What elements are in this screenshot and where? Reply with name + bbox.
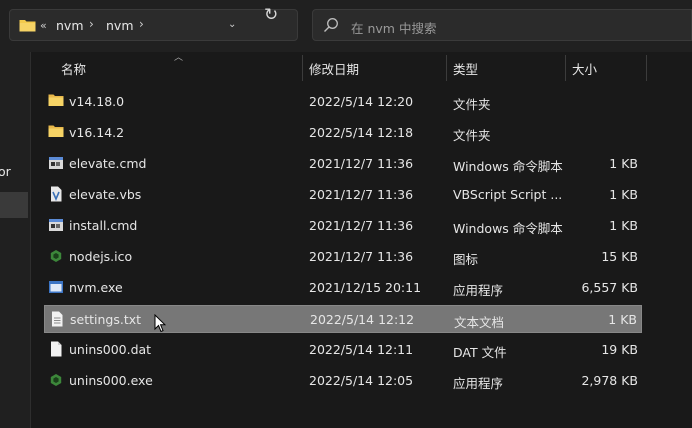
chevron-down-icon[interactable]: ⌄ (228, 19, 236, 30)
file-row[interactable]: unins000.dat 2022/5/14 12:11 DAT 文件 19 K… (44, 336, 642, 364)
nav-item-selected[interactable] (0, 192, 28, 218)
column-header-date[interactable]: 修改日期 (309, 59, 359, 78)
file-type: 文件夹 (453, 128, 491, 143)
file-row[interactable]: elevate.cmd 2021/12/7 11:36 Windows 命令脚本… (44, 150, 642, 178)
file-date: 2021/12/7 11:36 (309, 249, 414, 264)
file-type: 应用程序 (453, 283, 504, 298)
file-row[interactable]: nodejs.ico 2021/12/7 11:36 图标 15 KB (44, 243, 642, 271)
search-icon (323, 17, 339, 36)
column-divider[interactable] (446, 55, 447, 81)
file-type: 文件夹 (453, 97, 491, 112)
column-divider[interactable] (565, 55, 566, 81)
sort-ascending-icon: ︿ (174, 53, 184, 63)
file-name: elevate.vbs (69, 187, 142, 202)
file-date: 2022/5/14 12:05 (309, 373, 414, 388)
cmd-file-icon (48, 155, 64, 171)
blank-file-icon (48, 341, 64, 357)
file-name: elevate.cmd (69, 156, 147, 171)
file-size: 6,557 KB (581, 280, 638, 295)
folder-icon (19, 18, 36, 35)
file-type: Windows 命令脚本 (453, 221, 563, 236)
nodejs-icon (48, 372, 64, 388)
search-box[interactable]: 在 nvm 中搜索 (312, 9, 692, 41)
file-date: 2021/12/7 11:36 (309, 156, 414, 171)
column-header-type[interactable]: 类型 (453, 59, 478, 78)
column-divider[interactable] (302, 55, 303, 81)
file-type: Windows 命令脚本 (453, 159, 563, 174)
file-size: 1 KB (609, 156, 638, 171)
navigation-pane[interactable]: or (0, 52, 31, 428)
file-type: DAT 文件 (453, 345, 507, 360)
file-size: 19 KB (601, 342, 638, 357)
file-date: 2021/12/7 11:36 (309, 218, 414, 233)
folder-icon (48, 93, 64, 109)
file-size: 2,978 KB (581, 373, 638, 388)
folder-icon (48, 124, 64, 140)
file-row[interactable]: install.cmd 2021/12/7 11:36 Windows 命令脚本… (44, 212, 642, 240)
file-row[interactable]: v14.18.0 2022/5/14 12:20 文件夹 (44, 88, 642, 116)
file-name: unins000.exe (69, 373, 153, 388)
file-name: nvm.exe (69, 280, 123, 295)
file-date: 2021/12/7 11:36 (309, 187, 414, 202)
file-row[interactable]: nvm.exe 2021/12/15 20:11 应用程序 6,557 KB (44, 274, 642, 302)
column-header-name[interactable]: 名称 (61, 59, 86, 78)
file-name: install.cmd (69, 218, 138, 233)
breadcrumb-item-nvm[interactable]: nvm (56, 18, 84, 33)
mouse-cursor-icon (154, 313, 167, 336)
file-name: v16.14.2 (69, 125, 125, 140)
file-row[interactable]: elevate.vbs 2021/12/7 11:36 VBScript Scr… (44, 181, 642, 209)
file-size: 1 KB (609, 187, 638, 202)
file-type: 应用程序 (453, 376, 504, 391)
file-row[interactable]: unins000.exe 2022/5/14 12:05 应用程序 2,978 … (44, 367, 642, 395)
column-divider[interactable] (646, 55, 647, 81)
file-type: VBScript Script ... (453, 187, 563, 202)
file-date: 2022/5/14 12:12 (310, 312, 415, 327)
vbs-file-icon (48, 186, 64, 202)
file-date: 2022/5/14 12:11 (309, 342, 414, 357)
nav-item-label[interactable]: or (0, 164, 11, 179)
column-header-size[interactable]: 大小 (572, 59, 597, 78)
text-file-icon (49, 311, 65, 327)
chevron-right-icon[interactable]: › (89, 17, 94, 31)
file-name: settings.txt (70, 312, 142, 327)
file-size: 15 KB (601, 249, 638, 264)
breadcrumb-overflow[interactable]: « (40, 19, 47, 32)
file-date: 2022/5/14 12:18 (309, 125, 414, 140)
file-row-selected[interactable]: settings.txt 2022/5/14 12:12 文本文档 1 KB (44, 305, 642, 333)
file-name: nodejs.ico (69, 249, 133, 264)
breadcrumb-item-nvm-current[interactable]: nvm (106, 18, 134, 33)
refresh-icon[interactable]: ↻ (264, 5, 278, 25)
chevron-right-icon[interactable]: › (139, 17, 144, 31)
file-date: 2021/12/15 20:11 (309, 280, 422, 295)
file-row[interactable]: v16.14.2 2022/5/14 12:18 文件夹 (44, 119, 642, 147)
cmd-file-icon (48, 217, 64, 233)
file-type: 文本文档 (454, 315, 505, 330)
file-size: 1 KB (608, 312, 637, 327)
file-name: unins000.dat (69, 342, 152, 357)
search-input[interactable]: 在 nvm 中搜索 (351, 18, 436, 37)
file-name: v14.18.0 (69, 94, 125, 109)
nodejs-icon (48, 248, 64, 264)
top-bar: « nvm › nvm › ⌄ ↻ 在 nvm 中搜索 (0, 0, 692, 52)
file-type: 图标 (453, 252, 479, 267)
exe-icon (48, 279, 64, 295)
file-size: 1 KB (609, 218, 638, 233)
address-bar[interactable]: « nvm › nvm › ⌄ (9, 9, 298, 41)
file-date: 2022/5/14 12:20 (309, 94, 414, 109)
